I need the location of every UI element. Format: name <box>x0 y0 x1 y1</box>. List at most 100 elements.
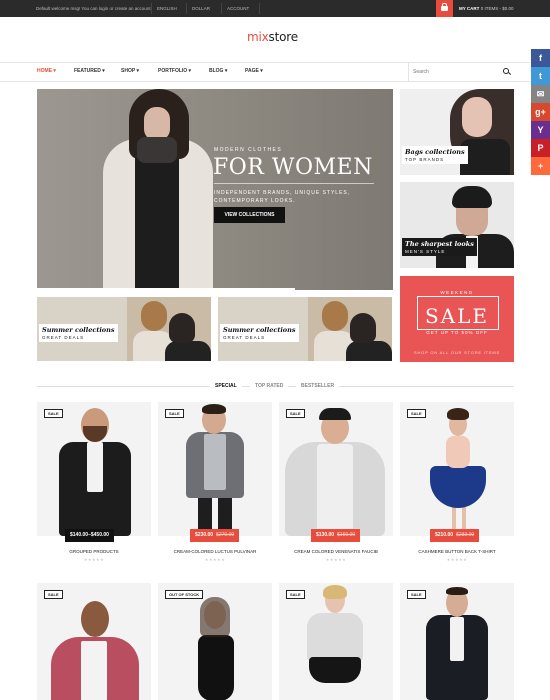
product-image[interactable] <box>158 583 272 700</box>
view-collections-button[interactable]: VIEW COLLECTIONS <box>214 207 285 223</box>
nav-item-shop[interactable]: SHOP ▾ <box>121 68 139 74</box>
product-card[interactable]: SALE $140.00–$450.00 GROUPED PRODUCTS ★★… <box>37 402 151 567</box>
product-card[interactable]: SALE $130.00 $160.00 CREAM COLORED VENENA… <box>279 402 393 567</box>
bags-collection-banner[interactable]: Bags collections TOP BRANDS <box>400 89 514 175</box>
product-image[interactable] <box>279 583 393 700</box>
divider <box>221 3 222 14</box>
hero-model-dress <box>135 141 179 290</box>
nav-item-page[interactable]: PAGE ▾ <box>245 68 263 74</box>
search-input[interactable] <box>413 66 493 77</box>
top-bar: Default welcome msg! You can login or cr… <box>0 0 550 17</box>
model-head <box>81 601 109 637</box>
pinterest-icon[interactable]: P <box>531 139 550 157</box>
price: $230.00 <box>195 532 214 538</box>
banner-title: Bags collections <box>405 148 465 156</box>
banner-title: The sharpest looks <box>405 240 474 248</box>
sale-eyebrow: WEEKEND <box>440 290 474 295</box>
banner-caption: Summer collections GREAT DEALS <box>220 324 299 342</box>
price: $140.00–$450.00 <box>70 532 109 538</box>
product-name[interactable]: CREAM COLORED VENENATIS FAUCIB <box>279 549 393 554</box>
model-head <box>322 301 348 331</box>
banner-subtitle: GREAT DEALS <box>223 335 266 340</box>
social-share-bar: f t ✉ g+ Y P + <box>531 49 550 175</box>
price-tag: $210.00 $233.00 <box>430 529 480 542</box>
summer-collection-banner[interactable]: Summer collections GREAT DEALS <box>218 297 392 361</box>
divider <box>186 3 187 14</box>
hero-eyebrow: MODERN CLOTHES <box>214 147 283 153</box>
banner-subtitle: GREAT DEALS <box>42 335 85 340</box>
weekend-sale-banner[interactable]: WEEKEND SALE GET UP TO 50% OFF SHOP ON A… <box>400 276 514 362</box>
product-image[interactable] <box>400 402 514 536</box>
sale-badge: SALE <box>44 409 63 418</box>
product-image[interactable] <box>37 402 151 536</box>
nav-item-portfolio[interactable]: PORTFOLIO ▾ <box>158 68 191 74</box>
search-icon[interactable] <box>503 68 509 74</box>
banner-caption: The sharpest looks MEN'S STYLE <box>402 238 477 256</box>
hero-title: FOR WOMEN <box>213 155 373 180</box>
product-card[interactable]: SALE <box>400 583 514 700</box>
google-plus-icon[interactable]: g+ <box>531 103 550 121</box>
model-cap <box>319 408 351 420</box>
model-beard <box>83 426 107 442</box>
cart-icon-button[interactable] <box>436 0 453 17</box>
logo-store: store <box>268 30 299 44</box>
welcome-message[interactable]: Default welcome msg! You can login or cr… <box>36 6 151 11</box>
model-sweater <box>307 613 363 661</box>
product-card[interactable]: SALE $210.00 $233.00 CASHMERE BUTTON BACK… <box>400 402 514 567</box>
main-nav: HOME ▾ FEATURED ▾ SHOP ▾ PORTFOLIO ▾ BLO… <box>0 62 530 82</box>
tab-bestseller[interactable]: BESTSELLER <box>296 383 340 389</box>
sale-badge: SALE <box>286 409 305 418</box>
product-card[interactable]: OUT OF STOCK <box>158 583 272 700</box>
nav-item-blog[interactable]: BLOG ▾ <box>209 68 227 74</box>
nav-label: BLOG <box>209 68 224 74</box>
more-share-icon[interactable]: + <box>531 157 550 175</box>
sale-link[interactable]: SHOP ON ALL OUR STORE ITEMS <box>400 350 514 355</box>
model-shirt <box>450 617 464 661</box>
language-dropdown[interactable]: ENGLISH <box>157 6 177 11</box>
model-face <box>462 97 492 137</box>
hero-subtitle: INDEPENDENT BRANDS, UNIQUE STYLES, CONTE… <box>214 190 351 204</box>
hero-banner[interactable]: MODERN CLOTHES FOR WOMEN INDEPENDENT BRA… <box>37 89 393 290</box>
product-image[interactable] <box>158 402 272 536</box>
product-name[interactable]: GROUPED PRODUCTS <box>37 549 151 554</box>
price-tag: $230.00 $270.00 <box>190 529 240 542</box>
price: $130.00 <box>316 532 335 538</box>
page: Default welcome msg! You can login or cr… <box>0 0 550 700</box>
sale-badge: SALE <box>407 590 426 599</box>
nav-item-featured[interactable]: FEATURED ▾ <box>74 68 105 74</box>
product-card[interactable]: SALE <box>279 583 393 700</box>
email-icon[interactable]: ✉ <box>531 85 550 103</box>
nav-item-home[interactable]: HOME ▾ <box>37 68 56 74</box>
tab-top-rated[interactable]: TOP RATED <box>250 383 289 389</box>
rating-stars: ★★★★★ <box>446 557 468 562</box>
twitter-icon[interactable]: t <box>531 67 550 85</box>
summer-collection-banner[interactable]: Summer collections GREAT DEALS <box>37 297 211 361</box>
banner-caption: Summer collections GREAT DEALS <box>39 324 118 342</box>
facebook-icon[interactable]: f <box>531 49 550 67</box>
currency-dropdown[interactable]: DOLLAR <box>192 6 210 11</box>
hero-model-face <box>144 107 170 141</box>
out-of-stock-badge: OUT OF STOCK <box>165 590 204 599</box>
product-card[interactable]: SALE $230.00 $270.00 CREAM-COLORED LUCTUS… <box>158 402 272 567</box>
product-name[interactable]: CREAM-COLORED LUCTUS PULVINAR <box>158 549 272 554</box>
hero-divider <box>214 183 374 184</box>
nav-label: PORTFOLIO <box>158 68 188 74</box>
product-image[interactable] <box>279 402 393 536</box>
hero-model-scarf <box>137 137 177 163</box>
site-logo[interactable]: mixstore <box>247 30 298 44</box>
product-image[interactable] <box>400 583 514 700</box>
tab-special[interactable]: SPECIAL <box>210 383 242 389</box>
product-name[interactable]: CASHMERE BUTTON BACK T-SHIRT <box>400 549 514 554</box>
mens-style-banner[interactable]: The sharpest looks MEN'S STYLE <box>400 182 514 268</box>
price: $210.00 <box>435 532 454 538</box>
product-card[interactable]: SALE <box>37 583 151 700</box>
banner-subtitle: MEN'S STYLE <box>405 249 446 254</box>
model-shirt <box>81 641 107 700</box>
sale-badge: SALE <box>407 409 426 418</box>
mini-cart[interactable]: MY CART 0 ITEMS - $0.00 <box>459 6 513 11</box>
account-dropdown[interactable]: ACCOUNT <box>227 6 249 11</box>
yahoo-icon[interactable]: Y <box>531 121 550 139</box>
model-hair <box>200 597 230 637</box>
product-image[interactable] <box>37 583 151 700</box>
banner-title: Summer collections <box>42 326 115 334</box>
